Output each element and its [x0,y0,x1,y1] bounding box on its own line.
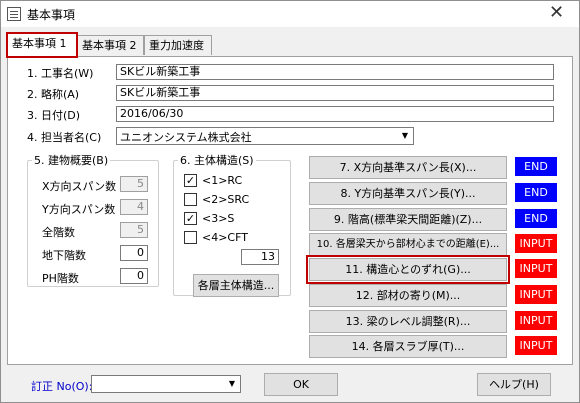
src-label: <2>SRC [202,193,250,206]
s-label: <3>S [202,212,235,225]
date-field[interactable]: 2016/06/30 [116,106,554,122]
close-icon[interactable]: ✕ [534,1,579,27]
beam-level-adjust-status: INPUT [515,311,557,330]
rc-label: <1>RC [202,174,243,187]
beam-to-member-distance-status: INPUT [515,234,557,253]
x-span-length-status: END [515,157,557,176]
cft-label: <4>CFT [202,231,248,244]
help-button[interactable]: ヘルプ(H) [477,373,551,396]
structural-center-offset-status: INPUT [515,259,557,278]
beam-level-adjust-button[interactable]: 13. 梁のレベル調整(R)... [309,310,507,333]
person-select[interactable]: ユニオンシステム株式会社 ▼ [116,127,414,145]
basement-floors-field[interactable]: 0 [120,245,148,261]
structural-center-offset-button[interactable]: 11. 構造心とのずれ(G)... [306,255,510,284]
building-overview-group: 5. 建物概要(B) [27,152,159,287]
src-checkbox[interactable] [184,193,197,206]
slab-thickness-button[interactable]: 14. 各層スラブ厚(T)... [309,335,507,358]
rc-checkbox[interactable]: ✓ [184,174,197,187]
title-bar: 基本事項 ✕ [1,1,579,27]
member-shift-status: INPUT [515,285,557,304]
tab-basic-2[interactable]: 基本事項 2 [77,35,144,55]
x-span-count-label: X方向スパン数 [42,180,117,193]
tab-basic-1[interactable]: 基本事項 1 [6,32,78,58]
construction-name-field[interactable]: SKビル新築工事 [116,64,554,80]
revision-no-label: 訂正 No(O): [31,380,93,393]
person-select-value: ユニオンシステム株式会社 [120,131,252,144]
dialog-window: 基本事項 ✕ 基本事項 1 基本事項 2 重力加速度 1. 工事名(W) SKビ… [0,0,580,403]
floor-height-status: END [515,209,557,228]
chevron-down-icon[interactable]: ▼ [397,128,413,144]
revision-no-select[interactable]: ▼ [91,375,241,393]
penthouse-floors-field[interactable]: 0 [120,268,148,284]
window-title: 基本事項 [27,8,76,22]
chevron-down-icon[interactable]: ▼ [224,376,240,392]
slab-thickness-status: INPUT [515,336,557,355]
beam-to-member-distance-button[interactable]: 10. 各層梁天から部材心までの距離(E)... [309,233,507,256]
y-span-count-field: 4 [120,199,148,215]
x-span-count-field: 5 [120,176,148,192]
total-floors-label: 全階数 [42,226,75,239]
basement-floors-label: 地下階数 [42,249,86,262]
total-floors-field: 5 [120,222,148,238]
penthouse-floors-label: PH階数 [42,272,79,285]
floor-height-button[interactable]: 9. 階高(標準梁天間距離)(Z)... [309,208,507,231]
s-checkbox[interactable]: ✓ [184,212,197,225]
ok-button[interactable]: OK [264,373,338,396]
document-icon [7,7,21,21]
cft-value-field[interactable]: 13 [241,249,279,265]
y-span-length-status: END [515,183,557,202]
person-label: 4. 担当者名(C) [27,131,102,144]
building-overview-legend: 5. 建物概要(B) [34,154,109,167]
member-shift-button[interactable]: 12. 部材の寄り(M)... [309,284,507,307]
date-label: 3. 日付(D) [27,109,81,122]
cft-checkbox[interactable] [184,231,197,244]
abbreviation-label: 2. 略称(A) [27,88,80,101]
construction-name-label: 1. 工事名(W) [27,67,94,80]
abbreviation-field[interactable]: SKビル新築工事 [116,85,554,101]
x-span-length-button[interactable]: 7. X方向基準スパン長(X)... [309,156,507,179]
y-span-length-button[interactable]: 8. Y方向基準スパン長(Y)... [309,182,507,205]
floor-structure-button[interactable]: 各層主体構造... [193,274,279,297]
tab-gravity[interactable]: 重力加速度 [144,35,212,55]
main-structure-legend: 6. 主体構造(S) [180,154,254,167]
y-span-count-label: Y方向スパン数 [42,203,116,216]
